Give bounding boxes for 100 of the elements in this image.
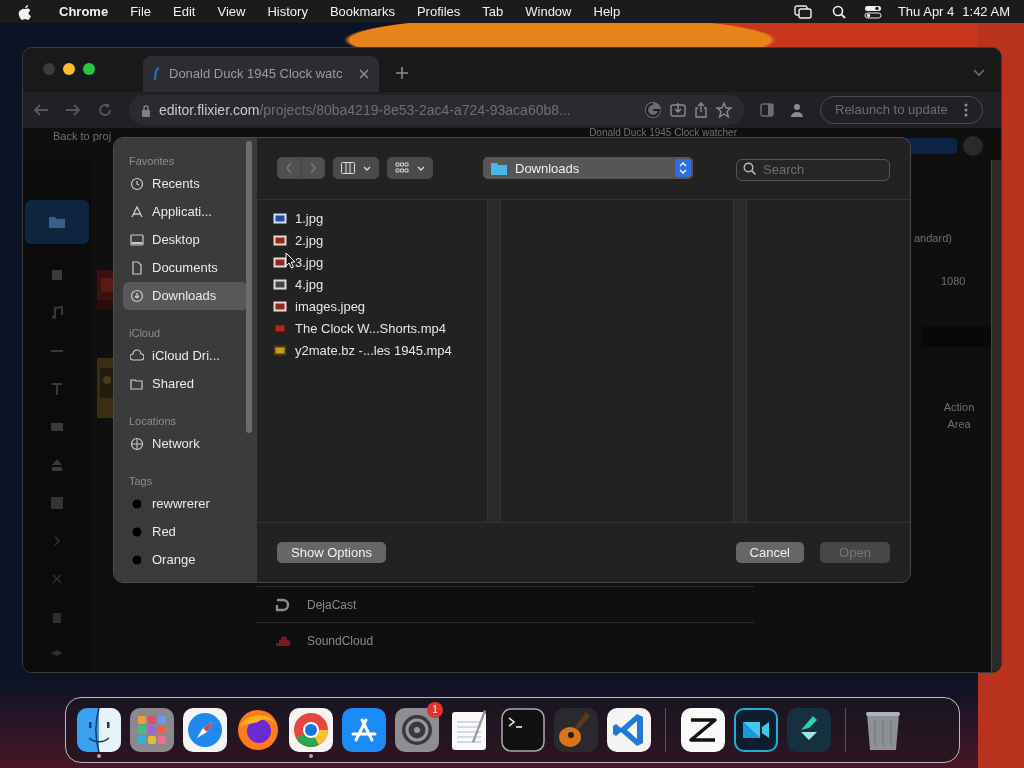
dialog-button[interactable]: Show Options [277,542,386,564]
sidebar-item[interactable]: Red [123,518,248,546]
downloaded-file[interactable]: The Clock W...Shorts.mp4 [273,317,487,340]
sidebar-item[interactable]: rewwrerer [123,490,248,518]
caret-icon [363,165,371,171]
menubar-date[interactable]: Thu Apr 4 [897,1,955,22]
star-icon[interactable] [716,102,732,118]
d-logo-icon [275,597,291,612]
chevron-down-icon[interactable] [973,69,985,77]
address-bar[interactable]: editor.flixier.com/projects/80ba4219-8e53-2ac4-a724-93aca60b8... [129,95,744,125]
resolution-label: andard) [914,231,952,246]
menu-item[interactable]: Tab [471,1,515,22]
terminal-icon[interactable] [500,708,545,752]
menu-item[interactable]: History [256,1,319,22]
stepper-icon [675,159,691,178]
sidebar-item[interactable]: Recents [123,170,248,198]
menu-item[interactable]: Help [582,1,632,22]
sidebar-item[interactable]: Documents [123,254,248,282]
share-icon[interactable] [694,102,708,118]
menu-item[interactable]: File [119,1,163,22]
image-file-icon [273,213,287,225]
cloud-icon [130,349,144,363]
scissor-cross-icon[interactable] [680,708,725,752]
running-indicator [308,754,313,758]
back-link[interactable]: Back to proj [53,128,112,145]
compass-icon[interactable] [182,708,227,752]
downloaded-file[interactable]: 2.jpg [273,229,487,252]
section-heading: Locations [129,414,178,428]
control-center-icon[interactable] [863,4,882,19]
side-panel-icon[interactable] [760,103,774,117]
browser-tab[interactable]: Donald Duck 1945 Clock watc [143,56,379,92]
dialog-button[interactable]: Cancel [735,542,804,564]
location-popup[interactable]: Downloads [483,157,693,180]
menu-item[interactable]: Edit [162,1,207,22]
column-heading: Action [943,400,975,415]
url-text: editor.flixier.com/projects/80ba4219-8e53-2ac4-a724-93aca60b8... [159,100,572,120]
downloaded-file[interactable]: 4.jpg [273,273,487,296]
folder-icon [49,216,65,228]
guitar-icon[interactable] [553,708,598,752]
sidebar-item[interactable]: iCloud Dri... [123,342,248,370]
scrollbar[interactable] [991,160,1001,672]
close-icon[interactable] [359,69,369,79]
desktop-icon [130,233,144,247]
code-editor-icon[interactable] [606,708,651,752]
back-icon[interactable] [33,103,49,117]
search-icon[interactable] [831,4,846,19]
menu-item[interactable]: Window [514,1,583,22]
new-tab-icon[interactable] [395,66,409,80]
library-tab[interactable] [25,200,89,244]
clock-icon [130,177,144,191]
tag-dot-icon [130,525,144,539]
search-icon [743,162,756,176]
caret-icon [417,165,425,171]
downloaded-file[interactable]: 1.jpg [273,207,487,230]
source-name[interactable]: DejaCast [307,595,357,614]
tag-dot-icon [130,553,144,567]
group-button[interactable] [387,157,433,180]
chrome-icon[interactable] [288,708,333,752]
view-button[interactable] [333,157,379,180]
column-heading: Area [947,416,971,432]
project-title: Donald Duck 1945 Clock watcher [589,127,737,138]
downloaded-file[interactable]: 3.jpg [273,251,487,274]
sidebar-item[interactable]: Applicati... [123,198,248,226]
search-field[interactable]: Search [736,158,890,181]
app-name[interactable]: Chrome [48,1,120,22]
video-camera-icon[interactable] [733,708,778,752]
height-value: 1080 [941,273,966,289]
app-store-icon[interactable] [341,708,386,752]
section-heading: Tags [129,474,154,488]
grid-icon [395,162,409,175]
forward-icon[interactable] [65,103,81,117]
sidebar-item[interactable]: Network [123,430,248,458]
finder-icon[interactable] [76,708,121,752]
menu-item[interactable]: Profiles [405,1,472,22]
google-icon[interactable] [644,101,662,119]
fox-globe-icon[interactable] [235,708,280,752]
image-file-icon [273,279,287,291]
install-icon[interactable] [670,102,686,118]
section-heading: iCloud [129,326,162,340]
menu-item[interactable]: Bookmarks [318,1,406,22]
image-file-icon [273,257,287,269]
running-indicator [96,754,101,758]
sidebar-item[interactable]: Downloads [123,282,248,310]
sidebar-item[interactable]: Shared [123,370,248,398]
downloaded-file[interactable]: images.jpeg [273,295,487,318]
menu-item[interactable]: View [206,1,257,22]
video-thumbnail-icon [273,323,287,335]
downloaded-file[interactable]: y2mate.bz -...les 1945.mp4 [273,339,487,362]
profile-icon[interactable] [790,103,804,117]
reload-icon[interactable] [97,102,113,118]
kebab-menu-icon[interactable] [963,103,968,117]
scrollbar[interactable] [246,141,252,433]
launchpad-icon[interactable] [129,708,174,752]
menubar-clock[interactable]: 1:42 AM [962,1,1010,22]
source-name[interactable]: SoundCloud [307,631,374,650]
sidebar-item[interactable]: Desktop [123,226,248,254]
sidebar-item[interactable]: Orange [123,546,248,574]
app-store-icon [130,205,144,219]
screen-mirroring-icon[interactable] [793,4,812,19]
chevron-icon [307,161,319,176]
